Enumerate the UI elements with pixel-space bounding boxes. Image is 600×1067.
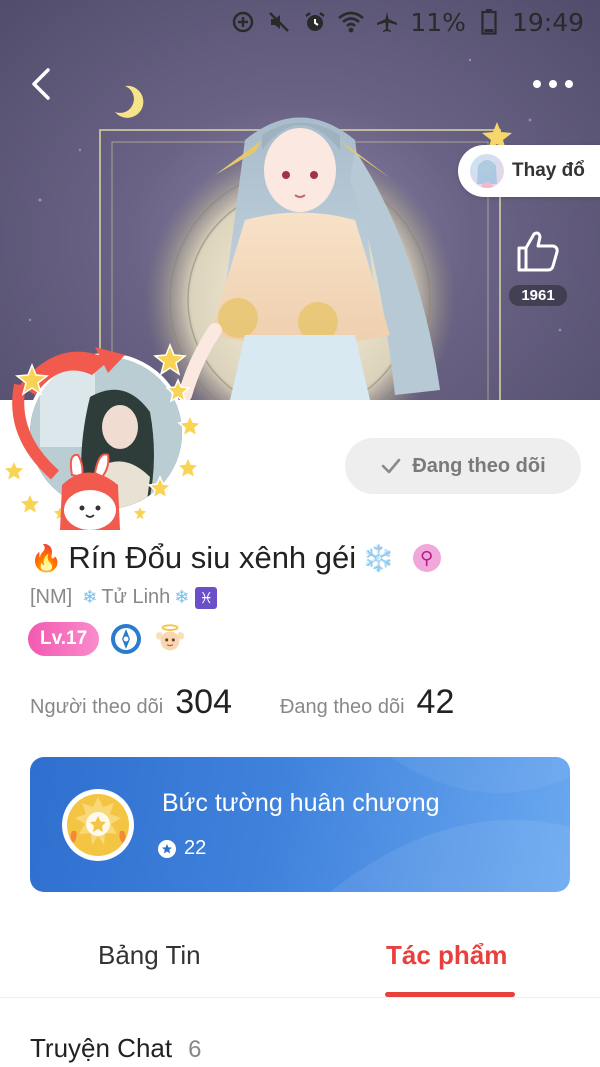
active-tab-indicator [385,992,515,997]
wifi-icon [338,9,365,35]
more-dot-icon [533,80,541,88]
profile-tag: [NM] [30,586,73,608]
battery-percent: 11% [410,7,466,37]
pisces-zodiac-icon: ♓ [195,586,218,609]
profile-subtitle: [NM] ❄ Tử Linh ❄ ♓ [30,586,218,609]
snowflake-icon: ❄ [82,587,98,607]
following-label[interactable]: Đang theo dõi [280,696,405,719]
follow-stats: Người theo dõi 304 Đang theo dõi 42 [30,683,454,722]
back-button[interactable] [22,62,66,106]
followers-label[interactable]: Người theo dõi [30,696,163,719]
outfit-thumbnail-icon [470,154,504,188]
snowflake-icon: ❄ [174,587,190,607]
followers-count[interactable]: 304 [175,683,232,722]
badge-row: Lv.17 [28,622,187,656]
more-dot-icon [549,80,557,88]
section-count: 6 [188,1036,202,1063]
chevron-left-icon [32,68,50,100]
section-title: Truyện Chat [30,1033,173,1063]
more-options-button[interactable] [528,70,578,98]
airplane-icon [374,9,400,35]
alarm-icon [302,9,328,35]
change-cover-label: Thay đổ [512,160,585,181]
mute-icon [266,9,292,35]
medal-small-icon [158,839,176,858]
like-button[interactable]: 1961 [505,228,571,306]
tab-feed[interactable]: Bảng Tin [98,940,201,971]
following-button-label: Đang theo dõi [412,454,546,477]
following-count[interactable]: 42 [417,683,455,722]
change-cover-button[interactable]: Thay đổ [458,145,600,197]
thumbs-up-icon [517,231,559,272]
medal-count: 22 [184,837,207,859]
profile-subname: Tử Linh [101,586,171,608]
avatar-frame-decoration [1,342,203,530]
medal-count-row: 22 [158,837,206,860]
following-button[interactable]: Đang theo dõi [345,438,581,494]
profile-name-row: 🔥 Rín Đổu siu xênh géi ❄️ ⚲ [30,540,441,576]
check-icon [382,458,401,474]
data-saver-icon [230,9,256,35]
battery-icon [476,9,502,35]
chat-stories-section-header: Truyện Chat 6 [30,1033,201,1064]
profile-tabs: Bảng Tin Tác phẩm [0,930,600,998]
like-count: 1961 [509,285,567,306]
medal-icon [62,789,134,861]
medal-wall-title: Bức tường huân chương [162,789,440,817]
level-badge[interactable]: Lv.17 [28,622,100,656]
gender-female-icon: ⚲ [412,544,441,572]
tab-works[interactable]: Tác phẩm [386,940,507,971]
angel-badge-icon[interactable] [153,622,187,656]
medal-wall-card[interactable]: Bức tường huân chương 22 [30,757,570,892]
compass-badge-icon[interactable] [109,622,143,656]
more-dot-icon [565,80,573,88]
profile-name: Rín Đổu siu xênh géi [68,540,357,575]
clock: 19:49 [511,7,584,37]
avatar[interactable] [0,325,215,540]
snowflake-icon: ❄️ [362,542,395,573]
fire-icon: 🔥 [30,542,63,573]
status-bar: 11% 19:49 [0,0,600,44]
